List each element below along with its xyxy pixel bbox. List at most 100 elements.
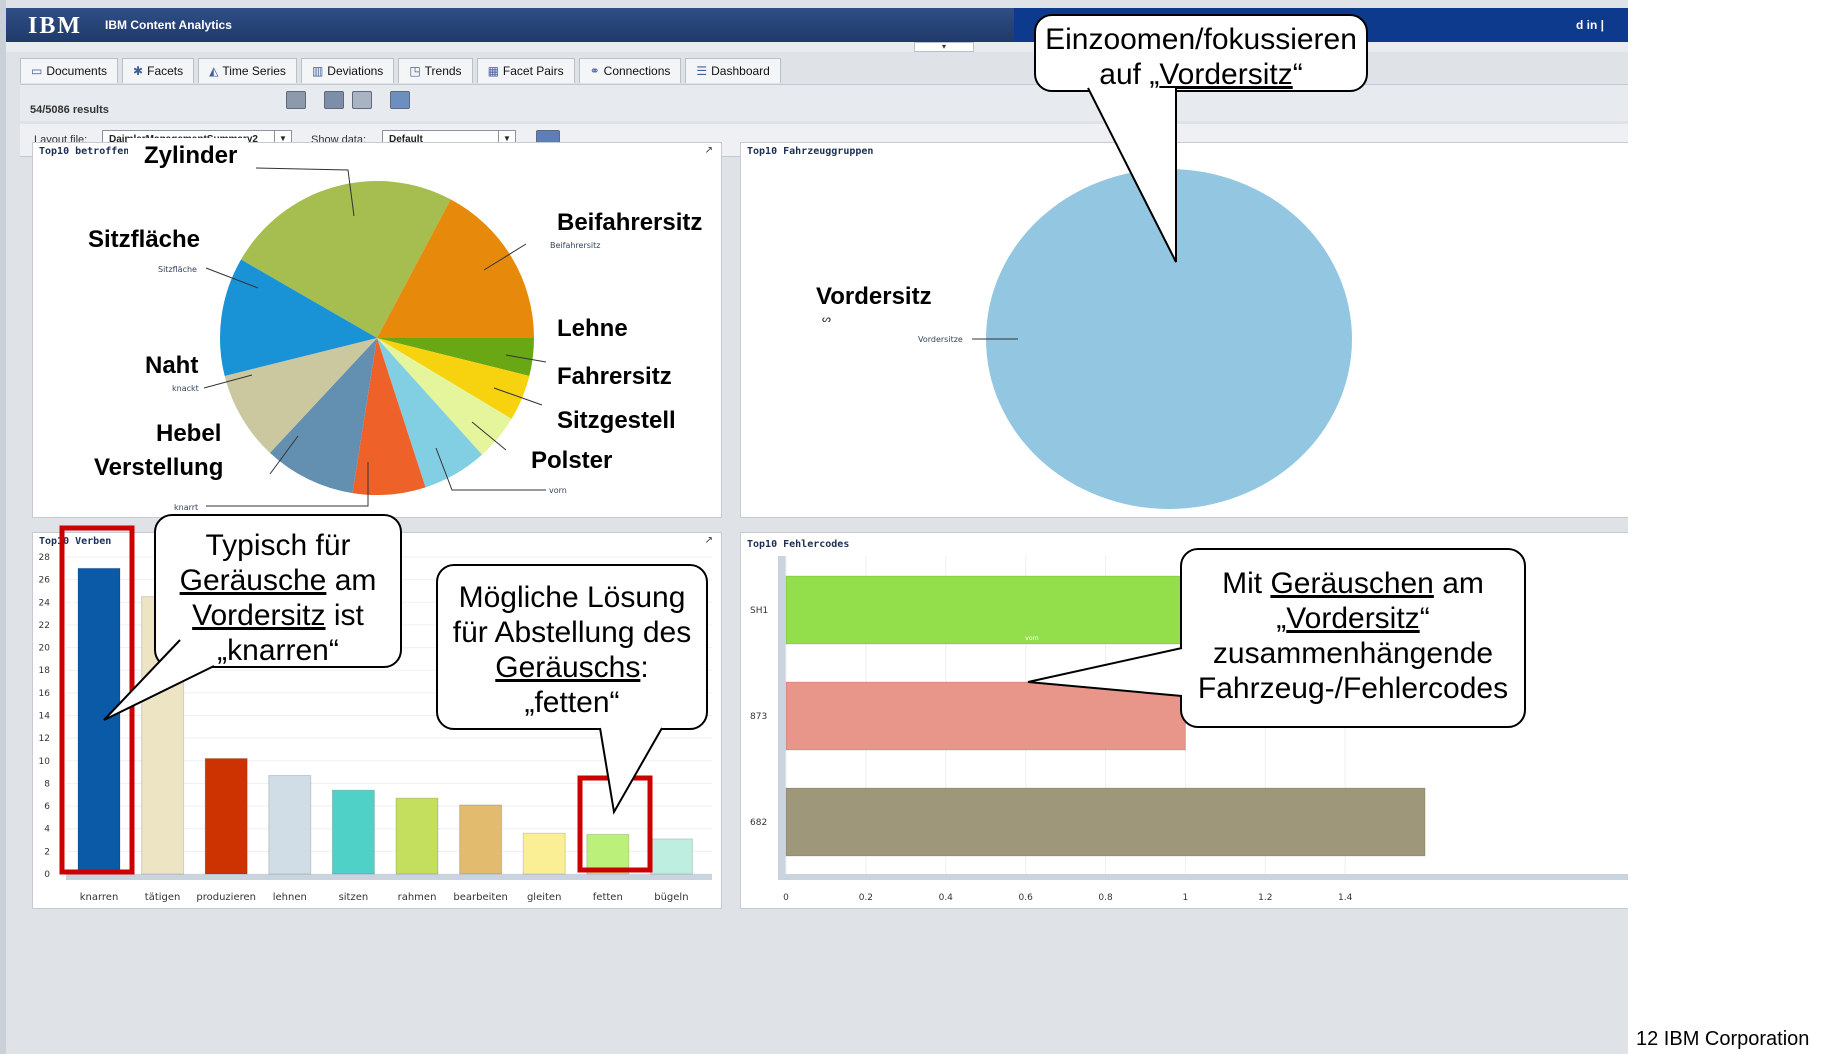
callout-mit: Mit Geräuschen am „Vordersitz“ zusammenh… [1180, 548, 1526, 728]
callout-underlined: Vordersitz [1286, 602, 1420, 635]
x-tick-label: 0.2 [859, 893, 873, 903]
callout-line: „fetten“ [524, 686, 620, 719]
x-tick-label: lehnen [273, 892, 307, 903]
x-tick-label: gleiten [527, 892, 561, 903]
bar-rahmen [395, 797, 439, 875]
callout-underlined: Vordersitz [1159, 58, 1293, 91]
x-tick-label: bearbeiten [453, 892, 507, 903]
x-tick-label: 0.6 [1018, 893, 1033, 903]
y-tick-label: SH1 [750, 606, 768, 616]
x-axis [778, 874, 1628, 880]
pie-small-label: Sitzfläche [158, 265, 197, 274]
bar-gleiten [522, 832, 566, 875]
callout-underlined: Geräusche [179, 564, 327, 597]
x-tick-label: 1 [1183, 893, 1189, 903]
bar-produzieren [204, 758, 248, 875]
y-tick-label: 26 [39, 576, 51, 586]
callout-text: am [1433, 567, 1484, 600]
x-tick-label: sitzen [339, 892, 369, 903]
label-hebel: Hebel [156, 420, 222, 447]
callout-text: ist [325, 599, 364, 632]
pie-small-label: knackt [172, 384, 199, 393]
callout-line: Typisch für [205, 529, 351, 562]
y-tick-label: 4 [44, 825, 50, 835]
label-sitzgestell: Sitzgestell [557, 407, 676, 434]
x-tick-label: knarren [80, 892, 119, 903]
x-tick-label: rahmen [398, 892, 437, 903]
callout-line: zusammenhängende [1212, 637, 1494, 670]
bar-682 [785, 787, 1426, 857]
y-tick-label: 10 [39, 757, 51, 767]
x-tick-label: 0 [783, 893, 789, 903]
bar-bearbeiten [459, 804, 503, 875]
callout-underlined: Geräuschen [1270, 567, 1434, 600]
y-tick-label: 0 [44, 870, 50, 880]
pie-slice-vordersitze [986, 169, 1352, 509]
y-tick-label: 16 [39, 689, 51, 699]
label-verstellung: Verstellung [94, 454, 224, 481]
y-tick-label: 682 [750, 818, 767, 828]
callout-text: “ [1292, 58, 1303, 91]
x-tick-label: 0.8 [1098, 893, 1113, 903]
x-tick-label: bügeln [654, 892, 688, 903]
copyright: 12 IBM Corporation [1636, 1028, 1810, 1050]
callout-zoom: Einzoomen/fokussieren auf „Vordersitz“ [1034, 14, 1368, 92]
y-tick-label: 8 [44, 779, 50, 789]
y-tick-label: 18 [39, 666, 51, 676]
x-tick-label: 1.2 [1258, 893, 1272, 903]
pie-small-label: Vordersitze [918, 335, 963, 344]
bar-sitzen [331, 789, 375, 875]
bar-knarren [77, 567, 121, 875]
label-naht: Naht [145, 352, 199, 379]
pie-small-label: knarrt [174, 503, 198, 512]
bar-873 [785, 681, 1186, 751]
callout-text: „ [1276, 602, 1287, 635]
y-tick-label: 2 [44, 847, 50, 857]
pie-small-label: vorn [549, 486, 567, 495]
bar-lehnen [268, 775, 312, 875]
label-polster: Polster [531, 447, 613, 474]
label-beifahrersitz: Beifahrersitz [557, 209, 703, 236]
callout-underlined: Geräuschs [495, 651, 641, 684]
callout-text: am [326, 564, 377, 597]
callout-text: auf „ [1099, 58, 1160, 91]
y-tick-label: 28 [39, 553, 51, 563]
callout-line: Fahrzeug-/Fehlercodes [1197, 672, 1509, 705]
label-fahrersitz: Fahrersitz [557, 363, 672, 390]
x-axis [66, 874, 712, 880]
x-tick-label: tätigen [145, 892, 181, 903]
y-tick-label: 12 [39, 734, 50, 744]
y-tick-label: 873 [750, 712, 767, 722]
callout-typisch: Typisch für Geräusche am Vordersitz ist … [154, 514, 402, 668]
callout-line: auf „Vordersitz“ [1036, 57, 1366, 92]
pie-small-label: Beifahrersitz [550, 241, 600, 250]
label-zylinder: Zylinder [128, 138, 248, 182]
y-axis [778, 556, 786, 874]
bar-fetten [586, 833, 630, 875]
callout-line: Mögliche Lösung [458, 581, 686, 614]
callout-line: Geräuschs: [438, 650, 706, 685]
callout-text: “ [1419, 602, 1430, 635]
callout-line: „knarren“ [217, 634, 339, 667]
x-tick-label: 0.4 [939, 893, 954, 903]
bar-data-label: vorn [1025, 635, 1039, 642]
label-sitzflaeche: Sitzfläche [88, 226, 201, 253]
callout-line: Vordersitz ist [156, 598, 400, 633]
label-lehne: Lehne [557, 315, 628, 342]
x-tick-label: 1.4 [1338, 893, 1353, 903]
callout-line: für Abstellung des [452, 616, 692, 649]
x-tick-label: produzieren [196, 892, 256, 903]
callout-underlined: Vordersitz [192, 599, 326, 632]
callout-line: „Vordersitz“ [1182, 601, 1524, 636]
y-tick-label: 6 [44, 802, 50, 812]
y-tick-label: 22 [39, 621, 50, 631]
y-tick-label: 24 [39, 598, 51, 608]
callout-text: : [640, 651, 649, 684]
y-tick-label: 20 [39, 644, 51, 654]
y-tick-label: 14 [39, 712, 51, 722]
bar-bügeln [649, 838, 693, 875]
callout-text: Mit [1222, 567, 1271, 600]
callout-line: Einzoomen/fokussieren [1045, 23, 1357, 56]
label-vordersitz: Vordersitz [816, 283, 932, 310]
x-tick-label: fetten [593, 892, 623, 903]
